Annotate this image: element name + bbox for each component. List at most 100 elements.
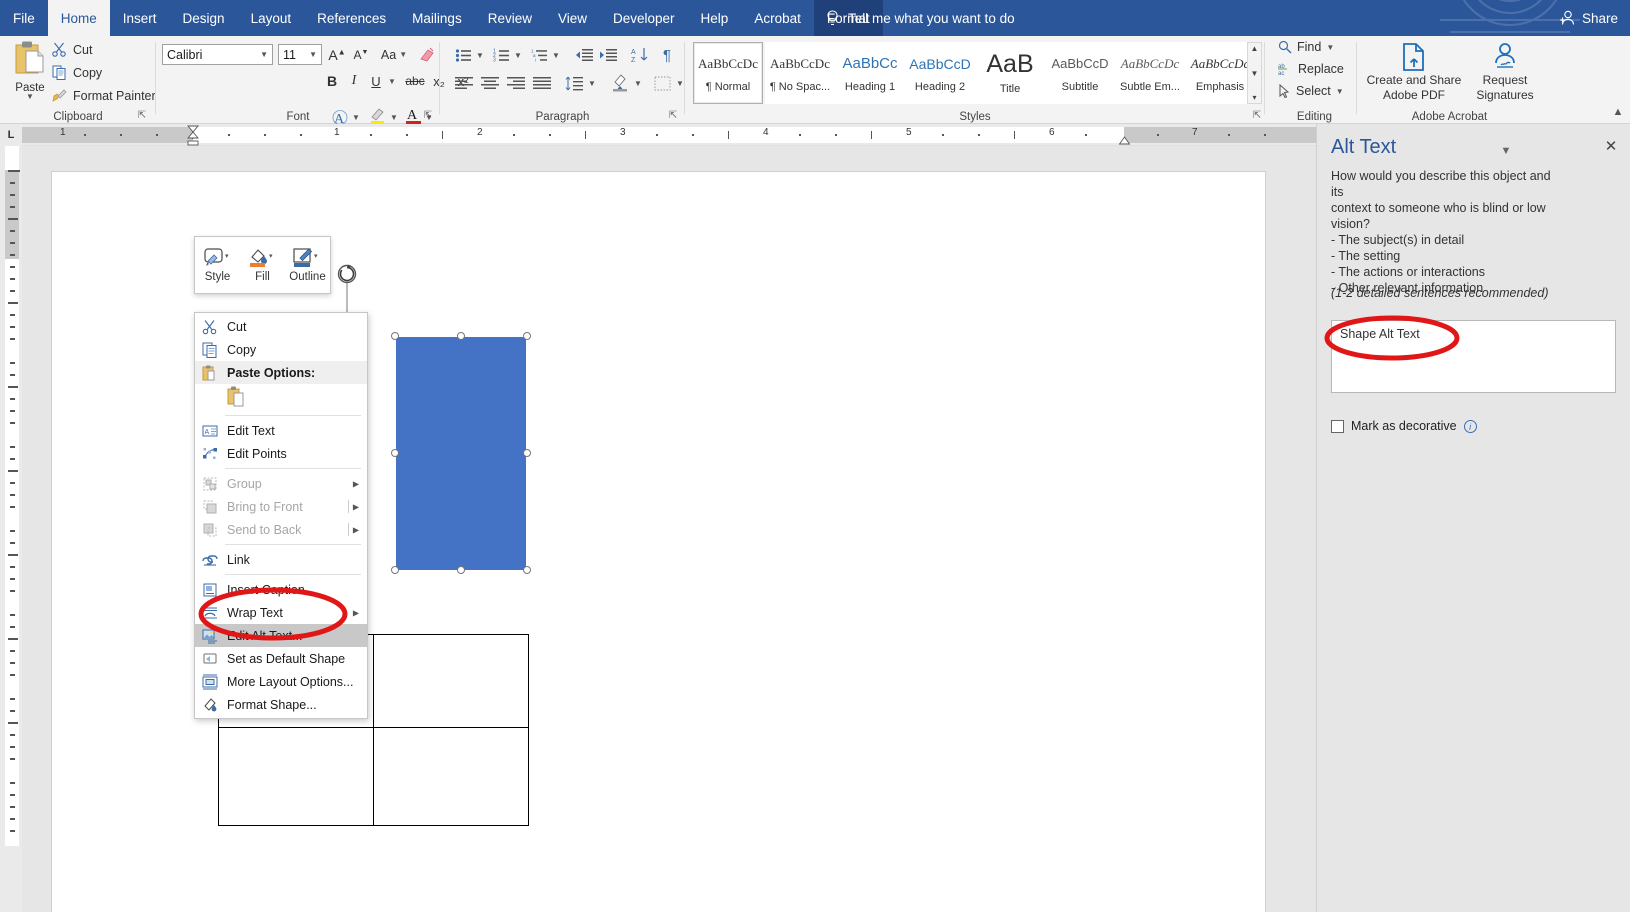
show-formatting-marks-button[interactable]: ¶ bbox=[656, 44, 678, 66]
alt-text-pane[interactable]: Alt Text ▼ ✕ How would you describe this… bbox=[1316, 124, 1630, 912]
italic-button[interactable]: I bbox=[344, 70, 364, 92]
mark-as-decorative-checkbox[interactable] bbox=[1331, 420, 1344, 433]
paste-keep-source-icon[interactable] bbox=[227, 386, 247, 410]
tab-design[interactable]: Design bbox=[170, 0, 238, 36]
pane-close-button[interactable]: ✕ bbox=[1602, 138, 1620, 156]
info-icon[interactable]: i bbox=[1464, 420, 1477, 433]
style-heading-1[interactable]: AaBbCс Heading 1 bbox=[835, 42, 905, 104]
context-menu-item-link[interactable]: Link bbox=[195, 548, 367, 571]
request-signatures-button[interactable]: Request Signatures bbox=[1469, 41, 1541, 103]
line-spacing-button[interactable] bbox=[562, 72, 586, 94]
context-menu-item-insert-caption[interactable]: Insert Caption... bbox=[195, 578, 367, 601]
underline-button[interactable]: U bbox=[366, 70, 386, 92]
paragraph-dialog-launcher[interactable]: ⇱ bbox=[667, 110, 679, 122]
font-name-combobox[interactable]: Calibri ▼ bbox=[162, 44, 273, 65]
tab-file[interactable]: File bbox=[0, 0, 48, 36]
borders-button[interactable] bbox=[650, 72, 674, 94]
multilevel-caret[interactable]: ▼ bbox=[550, 44, 562, 66]
style-heading-2[interactable]: AaBbCcD Heading 2 bbox=[905, 42, 975, 104]
align-left-button[interactable] bbox=[452, 72, 476, 94]
resize-handle-n[interactable] bbox=[457, 332, 465, 340]
resize-handle-e[interactable] bbox=[523, 449, 531, 457]
rotation-handle-group[interactable] bbox=[334, 262, 364, 314]
cut-button[interactable]: Cut bbox=[52, 42, 92, 57]
clear-formatting-button[interactable] bbox=[416, 44, 438, 65]
find-caret[interactable]: ▼ bbox=[1326, 43, 1334, 52]
resize-handle-nw[interactable] bbox=[391, 332, 399, 340]
multilevel-list-button[interactable]: 1 a i bbox=[528, 44, 550, 66]
gallery-scroll-down-icon[interactable]: ▼ bbox=[1251, 69, 1259, 78]
vertical-ruler[interactable] bbox=[0, 146, 22, 912]
bullets-button[interactable] bbox=[452, 44, 474, 66]
tab-view[interactable]: View bbox=[545, 0, 600, 36]
resize-handle-w[interactable] bbox=[391, 449, 399, 457]
find-button[interactable]: Find ▼ bbox=[1278, 40, 1334, 54]
table-cell[interactable] bbox=[374, 728, 529, 826]
share-button[interactable]: Share bbox=[1558, 0, 1618, 36]
paste-dropdown-caret[interactable]: ▼ bbox=[26, 94, 34, 100]
tab-stop-selector[interactable]: L bbox=[0, 124, 22, 146]
tab-help[interactable]: Help bbox=[688, 0, 742, 36]
gallery-scroll-up-icon[interactable]: ▲ bbox=[1251, 44, 1259, 53]
table-cell[interactable] bbox=[374, 635, 529, 728]
create-share-pdf-button[interactable]: Create and Share Adobe PDF bbox=[1365, 41, 1463, 103]
shading-caret[interactable]: ▼ bbox=[632, 72, 644, 94]
resize-handle-se[interactable] bbox=[523, 566, 531, 574]
sort-button[interactable]: A Z bbox=[628, 44, 652, 66]
tab-mailings[interactable]: Mailings bbox=[399, 0, 475, 36]
shape-context-menu[interactable]: Cut Copy Paste Options: bbox=[194, 312, 368, 719]
decrease-indent-button[interactable] bbox=[572, 44, 596, 66]
align-right-button[interactable] bbox=[504, 72, 528, 94]
replace-button[interactable]: ab ac Replace bbox=[1278, 62, 1344, 76]
table-cell[interactable] bbox=[219, 728, 374, 826]
tab-references[interactable]: References bbox=[304, 0, 399, 36]
context-menu-item-more-layout-options[interactable]: More Layout Options... bbox=[195, 670, 367, 693]
tab-insert[interactable]: Insert bbox=[110, 0, 170, 36]
resize-handle-ne[interactable] bbox=[523, 332, 531, 340]
grow-font-button[interactable]: A▲ bbox=[326, 44, 348, 65]
strikethrough-button[interactable]: abc bbox=[402, 70, 428, 92]
resize-handle-sw[interactable] bbox=[391, 566, 399, 574]
align-center-button[interactable] bbox=[478, 72, 502, 94]
style-no-spacing[interactable]: AaBbCcDc ¶ No Spac... bbox=[765, 42, 835, 104]
context-menu-item-edit-text[interactable]: A Edit Text bbox=[195, 419, 367, 442]
pane-collapse-button[interactable]: ▼ bbox=[1497, 142, 1515, 160]
shading-button[interactable] bbox=[608, 70, 632, 94]
change-case-button[interactable]: Aa▼ bbox=[378, 44, 410, 65]
mini-style-button[interactable]: ▾ Style bbox=[197, 247, 239, 283]
format-painter-button[interactable]: Format Painter bbox=[52, 88, 156, 103]
tell-me-search[interactable]: Tell me what you want to do bbox=[825, 0, 1015, 36]
gallery-more-icon[interactable]: ▾ bbox=[1252, 93, 1256, 102]
resize-handle-s[interactable] bbox=[457, 566, 465, 574]
mini-fill-button[interactable]: ▾ Fill bbox=[242, 247, 284, 283]
context-menu-item-wrap-text[interactable]: Wrap Text ▶ bbox=[195, 601, 367, 624]
justify-button[interactable] bbox=[530, 72, 554, 94]
styles-dialog-launcher[interactable]: ⇱ bbox=[1251, 110, 1263, 122]
bullets-caret[interactable]: ▼ bbox=[474, 44, 486, 66]
tab-home[interactable]: Home bbox=[48, 0, 110, 36]
left-indent-marker[interactable] bbox=[186, 125, 200, 146]
copy-button[interactable]: Copy bbox=[52, 65, 102, 80]
style-title[interactable]: AaB Title bbox=[975, 42, 1045, 104]
blue-rectangle-shape[interactable] bbox=[396, 337, 526, 570]
tab-developer[interactable]: Developer bbox=[600, 0, 688, 36]
mini-outline-button[interactable]: ▾ Outline bbox=[287, 247, 329, 283]
tab-review[interactable]: Review bbox=[475, 0, 545, 36]
line-spacing-caret[interactable]: ▼ bbox=[586, 72, 598, 94]
context-menu-item-format-shape[interactable]: Format Shape... bbox=[195, 693, 367, 716]
increase-indent-button[interactable] bbox=[596, 44, 620, 66]
underline-dropdown-caret[interactable]: ▼ bbox=[386, 70, 398, 92]
context-menu-item-edit-points[interactable]: Edit Points bbox=[195, 442, 367, 465]
mark-as-decorative-row[interactable]: Mark as decorative i bbox=[1331, 419, 1477, 433]
styles-gallery-scrollbar[interactable]: ▲ ▼ ▾ bbox=[1247, 42, 1262, 104]
select-caret[interactable]: ▼ bbox=[1336, 87, 1344, 96]
style-emphasis[interactable]: AaBbCcDc Emphasis bbox=[1185, 42, 1255, 104]
clipboard-dialog-launcher[interactable]: ⇱ bbox=[136, 110, 148, 122]
context-menu-item-cut[interactable]: Cut bbox=[195, 315, 367, 338]
tab-acrobat[interactable]: Acrobat bbox=[741, 0, 814, 36]
shape-mini-toolbar[interactable]: ▾ Style ▾ Fill ▾ Outline bbox=[194, 236, 331, 294]
font-size-combobox[interactable]: 11 ▼ bbox=[278, 44, 322, 65]
bold-button[interactable]: B bbox=[322, 70, 342, 92]
alt-text-input[interactable] bbox=[1331, 320, 1616, 393]
table-row[interactable] bbox=[219, 728, 529, 826]
